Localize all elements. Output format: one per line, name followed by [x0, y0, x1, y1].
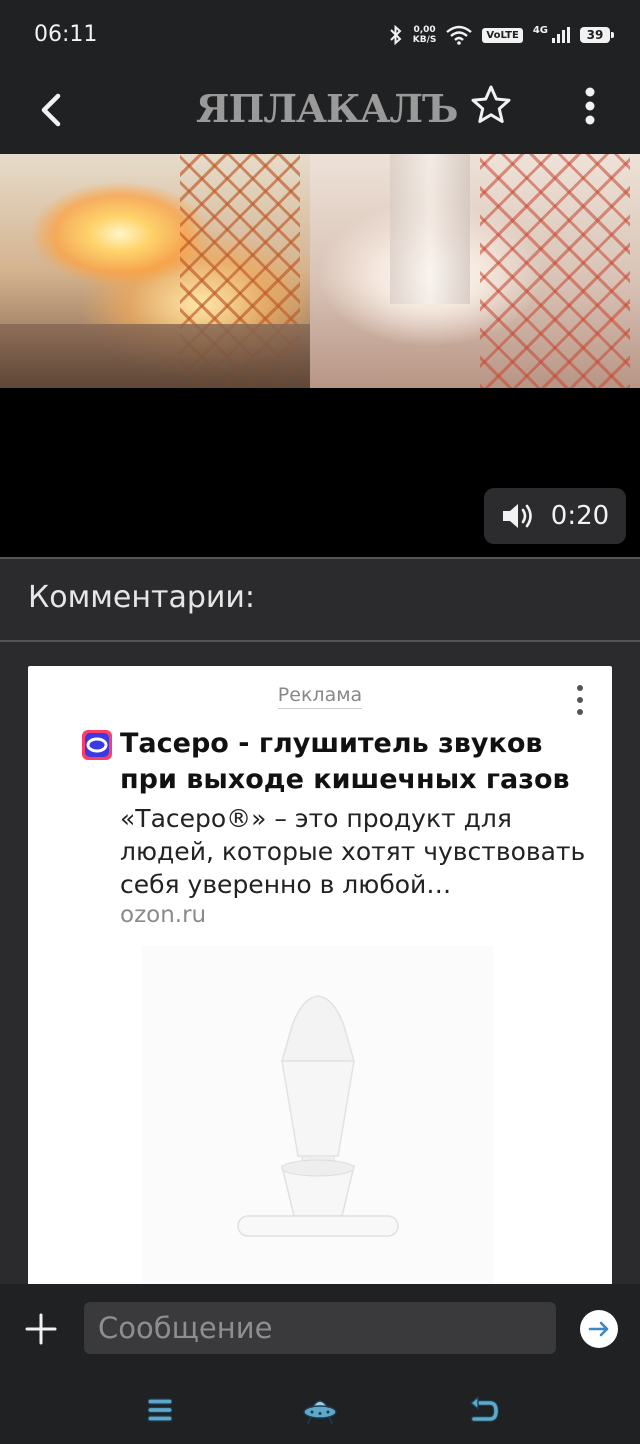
more-vertical-icon[interactable] — [572, 82, 608, 130]
divider — [0, 640, 640, 642]
video-frame — [0, 154, 640, 388]
plus-icon[interactable] — [24, 1312, 58, 1346]
signal-icon — [552, 27, 570, 43]
divider — [0, 557, 640, 559]
message-composer — [0, 1284, 640, 1374]
video-duration-badge[interactable]: 0:20 — [484, 488, 626, 544]
network-speed: 0,00 KB/S — [413, 25, 437, 45]
undo-icon[interactable] — [462, 1390, 502, 1430]
video-frame-left — [0, 154, 310, 388]
arrow-right-icon — [588, 1321, 609, 1337]
status-time: 06:11 — [34, 22, 98, 47]
rocket — [390, 154, 470, 304]
ad-description[interactable]: «Тасеро®» – это продукт для людей, котор… — [120, 802, 600, 901]
message-input[interactable] — [84, 1302, 556, 1354]
more-vertical-icon[interactable] — [568, 682, 592, 718]
chevron-left-icon[interactable] — [32, 86, 72, 134]
bluetooth-icon — [390, 25, 402, 45]
status-bar: 06:11 0,00 KB/S VoLTE 4G 39 — [0, 0, 640, 70]
comments-title: Комментарии: — [28, 580, 255, 615]
site-logo[interactable]: ЯПЛАКАЛЪ — [196, 84, 458, 134]
ad-product-image[interactable] — [142, 946, 494, 1286]
network-type: 4G — [532, 24, 548, 36]
star-outline-icon[interactable] — [470, 84, 512, 126]
menu-icon[interactable] — [140, 1390, 180, 1430]
ad-label-text: Реклама — [277, 684, 363, 709]
ad-title[interactable]: Тасеро - глушитель звуков при выходе киш… — [120, 726, 590, 798]
bottom-nav — [0, 1374, 640, 1444]
volte-badge: VoLTE — [482, 27, 523, 43]
network-speed-value: 0,00 — [413, 25, 436, 35]
launch-tower — [480, 154, 630, 388]
video-frame-right — [310, 154, 640, 388]
video-duration: 0:20 — [550, 501, 610, 531]
video-player[interactable]: 0:20 — [0, 154, 640, 558]
ground — [0, 324, 310, 388]
speaker-icon[interactable] — [501, 501, 537, 531]
network-speed-unit: KB/S — [412, 35, 437, 45]
app-header: ЯПЛАКАЛЪ — [0, 70, 640, 154]
ad-label: Реклама — [28, 684, 612, 709]
wifi-icon — [446, 25, 473, 45]
send-button[interactable] — [580, 1310, 618, 1348]
ufo-icon[interactable] — [300, 1390, 340, 1430]
ad-card[interactable]: Реклама Тасеро - глушитель звуков при вы… — [28, 666, 612, 1306]
status-icons: 0,00 KB/S VoLTE 4G 39 — [389, 20, 614, 50]
ozon-logo-icon — [82, 730, 112, 760]
battery-icon: 39 — [580, 27, 614, 43]
ad-domain[interactable]: ozon.ru — [120, 902, 206, 928]
